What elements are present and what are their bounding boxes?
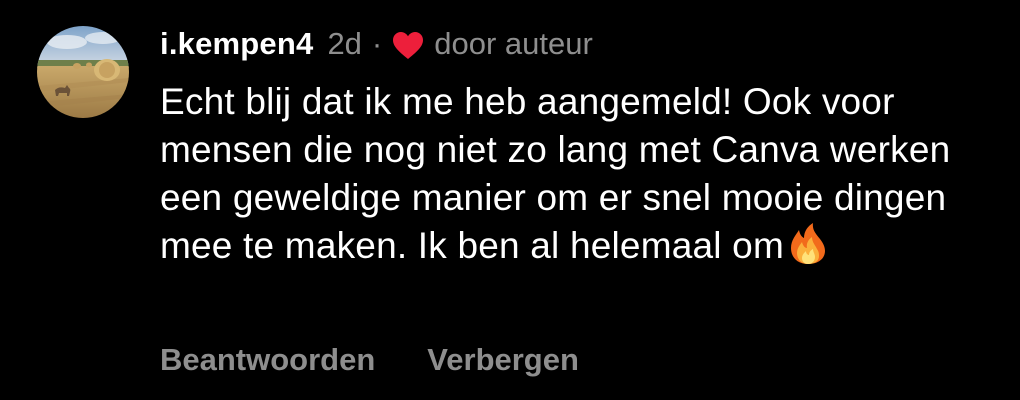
avatar[interactable] (37, 26, 129, 118)
comment-actions: Beantwoorden Verbergen (160, 342, 579, 378)
comment-text: Echt blij dat ik me heb aangemeld! Ook v… (160, 78, 990, 270)
fire-icon (786, 222, 830, 266)
comment-body: i.kempen4 2d · door auteur Echt blij dat… (160, 22, 1000, 270)
comment: i.kempen4 2d · door auteur Echt blij dat… (0, 0, 1020, 400)
separator: · (371, 26, 383, 61)
reply-button[interactable]: Beantwoorden (160, 342, 375, 378)
hide-button[interactable]: Verbergen (427, 342, 579, 378)
heart-icon (392, 31, 424, 61)
comment-text-content: Echt blij dat ik me heb aangemeld! Ook v… (160, 81, 951, 266)
avatar-image (37, 26, 129, 118)
comment-meta: i.kempen4 2d · door auteur (160, 22, 1000, 66)
timestamp: 2d (327, 26, 362, 61)
liked-by-author-label: door auteur (434, 26, 593, 61)
username[interactable]: i.kempen4 (160, 26, 313, 62)
